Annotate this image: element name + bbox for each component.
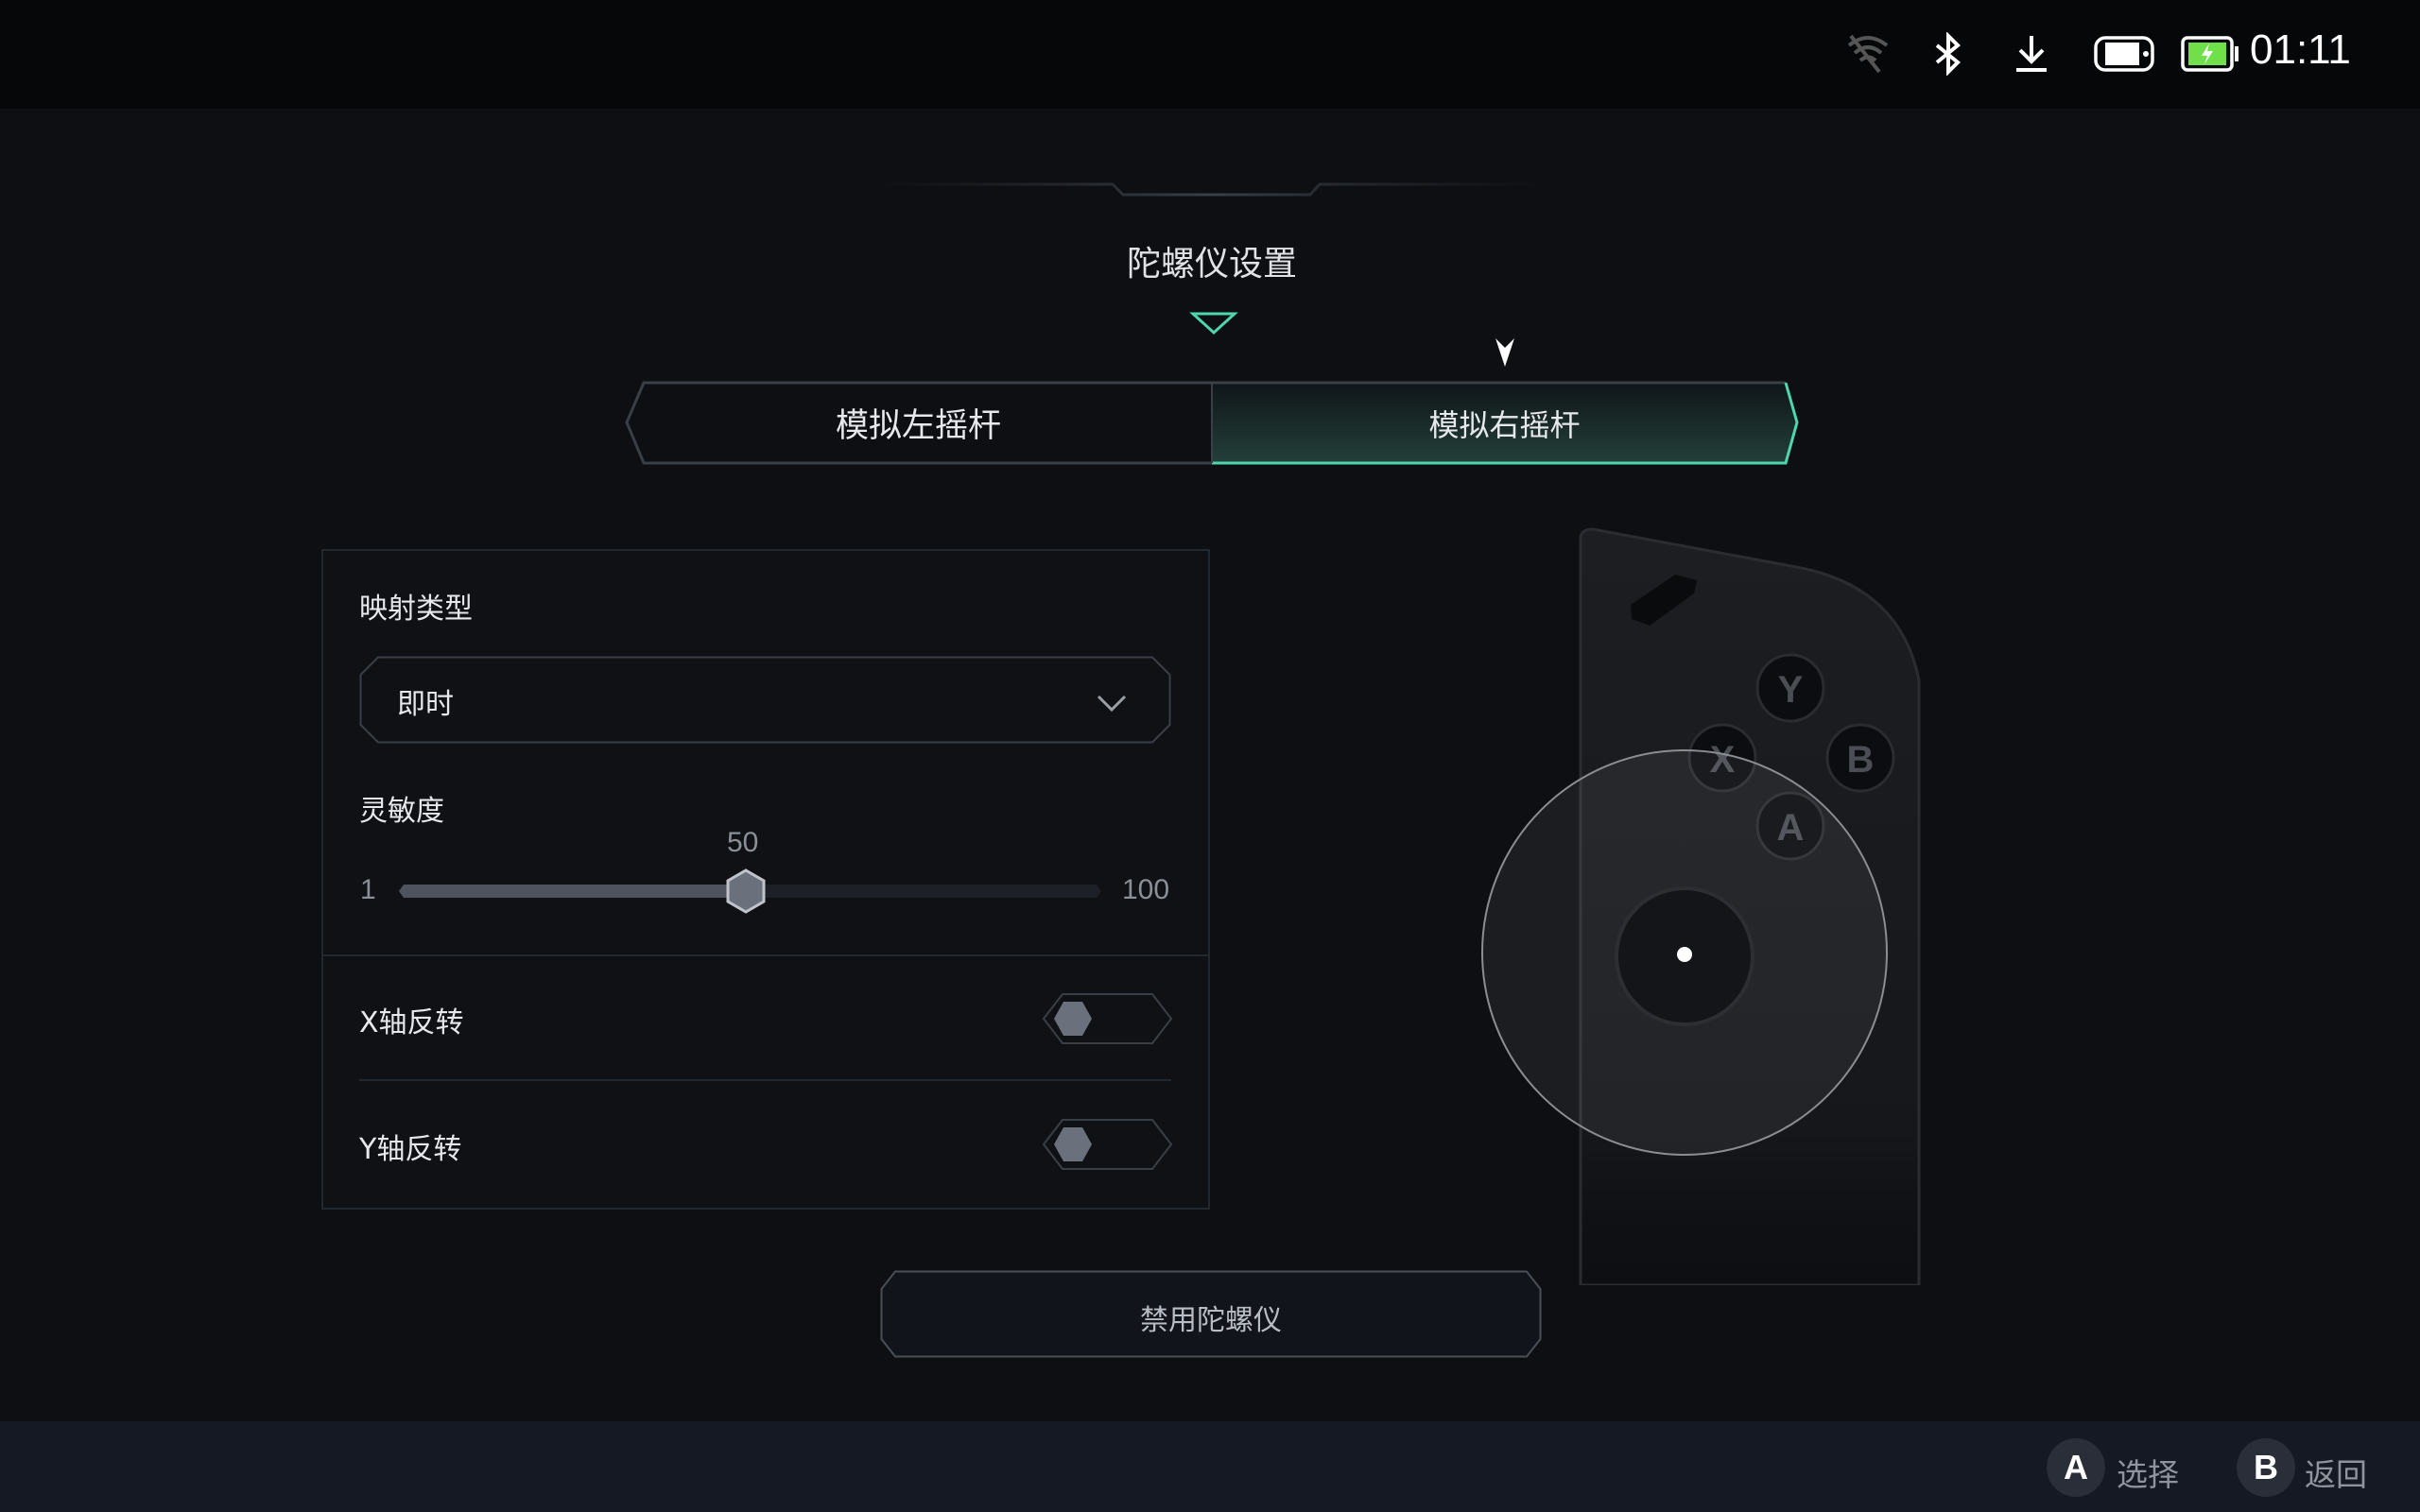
sensitivity-slider[interactable] — [392, 865, 1106, 917]
mapping-type-dropdown[interactable] — [359, 656, 1171, 744]
tab-left-stick[interactable]: 模拟左摇杆 — [625, 383, 1212, 463]
back-hint[interactable]: 返回 — [2305, 1450, 2367, 1495]
tab-label: 模拟左摇杆 — [835, 407, 1001, 445]
page-title: 陀螺仪设置 — [1126, 245, 1297, 284]
b-button-icon: B — [2237, 1438, 2295, 1497]
mapping-type-value: 即时 — [397, 688, 454, 721]
mapping-type-label: 映射类型 — [359, 593, 473, 626]
controller-button-y: Y — [1778, 669, 1804, 711]
tab-label: 模拟右摇杆 — [1428, 406, 1581, 443]
controller-illustration: Y X B A — [1481, 527, 1921, 1285]
a-button-icon: A — [2047, 1438, 2105, 1497]
select-hint[interactable]: 选择 — [2117, 1450, 2179, 1495]
divider — [359, 1079, 1171, 1081]
slider-thumb — [726, 868, 766, 914]
disable-gyro-label: 禁用陀螺仪 — [1140, 1304, 1282, 1337]
divider — [322, 954, 1209, 956]
sensitivity-label: 灵敏度 — [359, 795, 444, 828]
y-invert-label: Y轴反转 — [359, 1133, 462, 1166]
controller-button-b: B — [1847, 739, 1875, 781]
x-invert-label: X轴反转 — [359, 1006, 464, 1040]
sensitivity-min: 1 — [360, 874, 376, 905]
stick-position-dot — [1677, 947, 1692, 962]
x-invert-toggle[interactable] — [1042, 992, 1174, 1045]
tab-right-stick[interactable]: 模拟右摇杆 — [1212, 383, 1797, 463]
sensitivity-value: 50 — [727, 827, 759, 858]
y-invert-toggle[interactable] — [1042, 1118, 1174, 1171]
sensitivity-max: 100 — [1122, 874, 1170, 905]
cursor-icon — [1495, 338, 1514, 367]
